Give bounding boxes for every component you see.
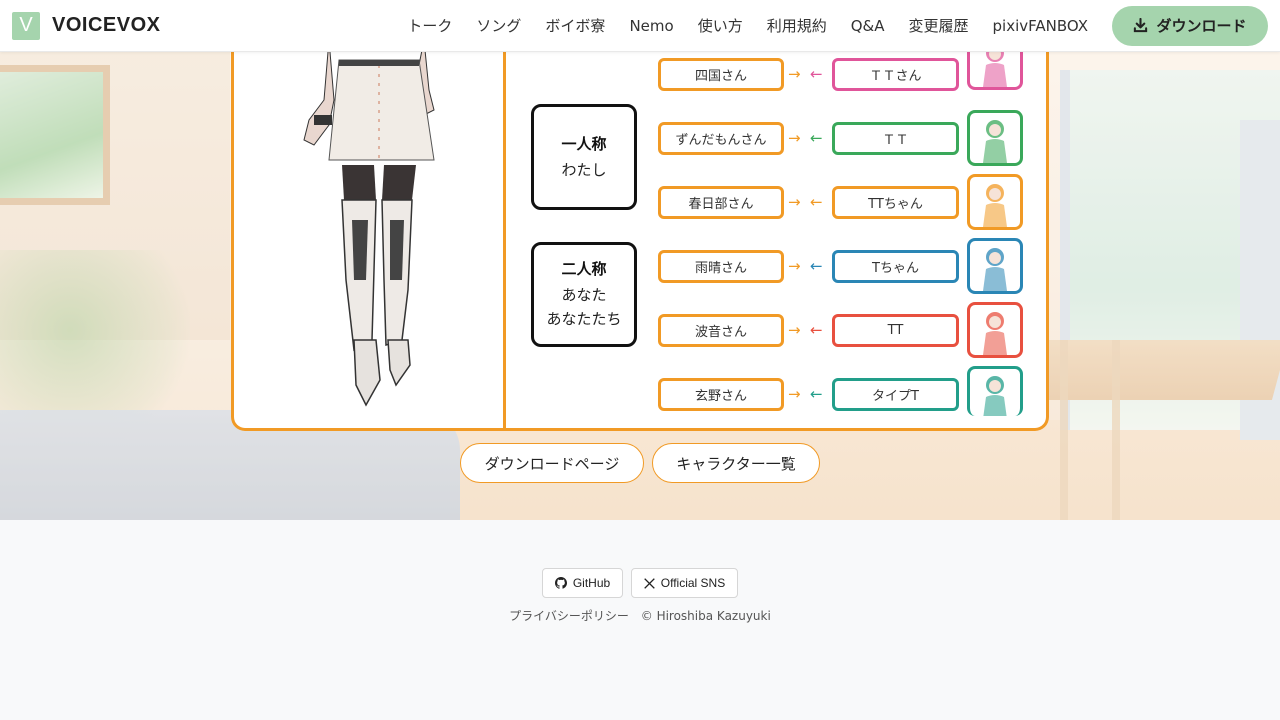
relation-called-as: ＴＴさん: [832, 58, 959, 91]
brand[interactable]: V VOICEVOX: [12, 11, 161, 40]
character-relation-card: 一人称 わたし 二人称 あなた あなたたち 四国さん → ← ＴＴさん ずんだもんさん →…: [231, 34, 1049, 431]
character-avatar[interactable]: [967, 366, 1023, 416]
character-illustration: [284, 39, 454, 415]
brand-name: VOICEVOX: [52, 14, 161, 36]
arrow-left-icon: ←: [810, 65, 823, 83]
arrow-right-icon: →: [788, 321, 801, 339]
download-button-label: ダウンロード: [1156, 17, 1247, 35]
relation-called-as: ＴＴ: [832, 122, 959, 155]
relation-they-call: 四国さん: [658, 58, 784, 91]
relation-called-as: TT: [832, 314, 959, 347]
relation-called-as: タイプT: [832, 378, 959, 411]
relation-called-as: TTちゃん: [832, 186, 959, 219]
nav-item-dorm[interactable]: ボイボ寮: [545, 15, 605, 36]
arrow-left-icon: ←: [810, 385, 823, 403]
character-avatar[interactable]: [967, 302, 1023, 358]
nav-item-qa[interactable]: Q&A: [851, 17, 885, 35]
character-list-button[interactable]: キャラクター一覧: [652, 443, 820, 483]
nav-item-fanbox[interactable]: pixivFANBOX: [993, 17, 1089, 35]
first-person-title: 一人称: [561, 134, 607, 153]
first-person-box: 一人称 わたし: [531, 104, 637, 210]
relation-they-call: 玄野さん: [658, 378, 784, 411]
character-avatar[interactable]: [967, 110, 1023, 166]
relation-they-call: 雨晴さん: [658, 250, 784, 283]
download-icon: [1134, 18, 1148, 33]
second-person-box: 二人称 あなた あなたたち: [531, 242, 637, 347]
nav-item-changelog[interactable]: 変更履歴: [908, 15, 968, 36]
nav-item-song[interactable]: ソング: [476, 15, 521, 36]
second-person-word: あなた: [561, 286, 607, 304]
voicevox-logo-icon: V: [12, 11, 40, 40]
navbar: V VOICEVOX トーク ソング ボイボ寮 Nemo 使い方 利用規約 Q&…: [0, 0, 1280, 52]
arrow-left-icon: ←: [810, 321, 823, 339]
arrow-left-icon: ←: [810, 129, 823, 147]
first-person-word: わたし: [561, 160, 607, 179]
nav-item-nemo[interactable]: Nemo: [629, 17, 673, 35]
arrow-right-icon: →: [788, 65, 801, 83]
download-button[interactable]: ダウンロード: [1112, 5, 1268, 46]
nav-menu: トーク ソング ボイボ寮 Nemo 使い方 利用規約 Q&A 変更履歴 pixi…: [395, 5, 1280, 46]
arrow-left-icon: ←: [810, 257, 823, 275]
card-divider: [503, 40, 506, 428]
nav-item-how-to[interactable]: 使い方: [698, 15, 743, 36]
nav-item-terms[interactable]: 利用規約: [767, 15, 827, 36]
second-person-word: あなたたち: [546, 310, 622, 328]
character-avatar[interactable]: [967, 238, 1023, 294]
relation-called-as: Tちゃん: [832, 250, 959, 283]
relation-they-call: 春日部さん: [658, 186, 784, 219]
arrow-right-icon: →: [788, 193, 801, 211]
official-sns-label: Official SNS: [660, 576, 726, 590]
x-icon: [643, 577, 655, 589]
copyright-text: © Hiroshiba Kazuyuki: [640, 609, 771, 623]
character-avatar[interactable]: [967, 174, 1023, 230]
github-label: GitHub: [572, 576, 611, 590]
arrow-left-icon: ←: [810, 193, 823, 211]
nav-item-talk[interactable]: トーク: [407, 15, 452, 36]
privacy-policy-link[interactable]: プライバシーポリシー: [509, 609, 629, 623]
arrow-right-icon: →: [788, 385, 801, 403]
arrow-right-icon: →: [788, 129, 801, 147]
relation-they-call: 波音さん: [658, 314, 784, 347]
download-page-button[interactable]: ダウンロードページ: [460, 443, 644, 483]
footer-links: プライバシーポリシー © Hiroshiba Kazuyuki: [0, 607, 1280, 624]
github-button[interactable]: GitHub: [542, 568, 623, 598]
relation-they-call: ずんだもんさん: [658, 122, 784, 155]
arrow-right-icon: →: [788, 257, 801, 275]
official-sns-button[interactable]: Official SNS: [631, 568, 738, 598]
second-person-title: 二人称: [561, 260, 607, 278]
github-icon: [554, 577, 567, 589]
